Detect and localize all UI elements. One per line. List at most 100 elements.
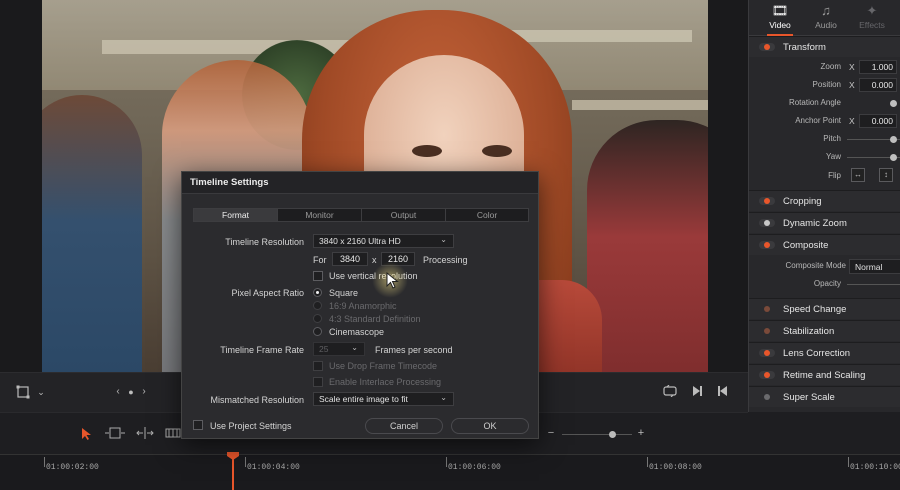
- drop-frame-label: Use Drop Frame Timecode: [329, 361, 438, 371]
- skip-end-icon[interactable]: [716, 385, 730, 400]
- speed-change-toggle[interactable]: [759, 305, 775, 313]
- transform-tool-icon[interactable]: [14, 385, 32, 402]
- timecode-label: 01:00:06:00: [448, 463, 501, 472]
- timeline-ruler[interactable]: 01:00:02:00 01:00:04:00 01:00:06:00 01:0…: [0, 454, 900, 490]
- tab-output[interactable]: Output: [362, 209, 446, 221]
- tab-monitor[interactable]: Monitor: [278, 209, 362, 221]
- tab-label: Effects: [859, 20, 885, 30]
- next-clip-icon[interactable]: ›: [138, 385, 150, 399]
- section-dynamic-zoom[interactable]: Dynamic Zoom: [749, 212, 900, 233]
- tab-video[interactable]: 🎞 Video: [757, 2, 803, 36]
- timecode-label: 01:00:04:00: [247, 463, 300, 472]
- drop-frame-checkbox[interactable]: [313, 361, 323, 371]
- previous-clip-icon[interactable]: ‹: [112, 385, 124, 399]
- section-title: Dynamic Zoom: [783, 218, 847, 229]
- opacity-slider[interactable]: [847, 284, 900, 285]
- tab-format[interactable]: Format: [194, 209, 278, 221]
- processing-label: Processing: [423, 255, 468, 265]
- par-anamorphic-radio[interactable]: [313, 301, 322, 310]
- clip-indicator-dot: ●: [128, 387, 134, 397]
- mismatch-value: Scale entire image to fit: [319, 394, 408, 404]
- zoom-out-icon[interactable]: −: [546, 426, 556, 440]
- pitch-slider-knob[interactable]: [890, 136, 897, 143]
- section-composite[interactable]: Composite: [749, 234, 900, 255]
- selection-pointer-icon[interactable]: [80, 427, 94, 444]
- tab-color[interactable]: Color: [446, 209, 528, 221]
- zoom-slider[interactable]: [562, 434, 632, 435]
- rotation-slider-knob[interactable]: [890, 100, 897, 107]
- position-label: Position: [812, 80, 841, 89]
- composite-toggle[interactable]: [759, 241, 775, 249]
- par-square-radio[interactable]: [313, 288, 322, 297]
- zoom-slider-knob[interactable]: [609, 431, 616, 438]
- chevron-down-icon: ⌄: [440, 235, 447, 244]
- section-stabilization[interactable]: Stabilization: [749, 320, 900, 341]
- loop-icon[interactable]: [662, 384, 678, 400]
- section-cropping[interactable]: Cropping: [749, 190, 900, 211]
- mouse-cursor-icon: [386, 271, 400, 290]
- resolution-label: Timeline Resolution: [225, 237, 304, 247]
- yaw-slider-knob[interactable]: [890, 154, 897, 161]
- dynamic-zoom-toggle[interactable]: [759, 219, 775, 227]
- flip-horizontal-icon[interactable]: ↔: [851, 168, 865, 182]
- transform-toggle[interactable]: [759, 43, 775, 51]
- woman-eye: [482, 145, 512, 157]
- anchor-x-field[interactable]: 0.000: [859, 114, 897, 128]
- section-transform[interactable]: Transform: [749, 36, 900, 57]
- zoom-label: Zoom: [820, 62, 841, 71]
- resolution-select[interactable]: 3840 x 2160 Ultra HD ⌄: [313, 234, 454, 248]
- frame-rate-select[interactable]: 25 ⌄: [313, 342, 365, 356]
- par-cinemascope-label: Cinemascope: [329, 327, 385, 337]
- background-shelf: [572, 100, 708, 110]
- mismatch-select[interactable]: Scale entire image to fit ⌄: [313, 392, 454, 406]
- composite-mode-select[interactable]: Normal: [849, 259, 900, 274]
- chevron-down-icon: ⌄: [351, 343, 358, 352]
- fps-label: Frames per second: [375, 345, 453, 355]
- dialog-tabs: Format Monitor Output Color: [193, 208, 529, 222]
- par-anamorphic-label: 16:9 Anamorphic: [329, 301, 397, 311]
- flip-row: Flip ↔ ↕: [749, 168, 900, 185]
- zoom-in-icon[interactable]: +: [636, 426, 646, 440]
- inspector-tabs: 🎞 Video ♫ Audio ✦ Effects: [749, 0, 900, 36]
- rotation-label: Rotation Angle: [788, 98, 841, 107]
- flip-vertical-icon[interactable]: ↕: [879, 168, 893, 182]
- composite-mode-row: Composite Mode Normal: [749, 258, 900, 275]
- super-scale-toggle[interactable]: [759, 393, 775, 401]
- section-speed-change[interactable]: Speed Change: [749, 298, 900, 319]
- cancel-button[interactable]: Cancel: [365, 418, 443, 434]
- cropping-toggle[interactable]: [759, 197, 775, 205]
- person-right: [587, 120, 708, 372]
- blade-tool-icon[interactable]: [164, 427, 182, 442]
- width-field[interactable]: 3840: [332, 252, 368, 266]
- position-row: Position X 0.000: [749, 77, 900, 94]
- dialog-title: Timeline Settings: [182, 172, 538, 194]
- par-sd-radio[interactable]: [313, 314, 322, 323]
- woman-eye: [412, 145, 442, 157]
- rotation-row: Rotation Angle: [749, 95, 900, 112]
- stabilization-toggle[interactable]: [759, 327, 775, 335]
- use-project-settings-checkbox[interactable]: [193, 420, 203, 430]
- par-sd-label: 4:3 Standard Definition: [329, 314, 421, 324]
- chevron-down-icon[interactable]: ⌄: [34, 385, 48, 399]
- dynamic-trim-icon[interactable]: [134, 427, 156, 442]
- trim-tool-icon[interactable]: [104, 427, 126, 442]
- section-lens-correction[interactable]: Lens Correction: [749, 342, 900, 363]
- ruler-tick: [848, 457, 849, 467]
- par-cinemascope-radio[interactable]: [313, 327, 322, 336]
- ok-button[interactable]: OK: [451, 418, 529, 434]
- section-title: Lens Correction: [783, 348, 851, 359]
- section-super-scale[interactable]: Super Scale: [749, 386, 900, 407]
- tab-audio[interactable]: ♫ Audio: [803, 2, 849, 34]
- section-retime[interactable]: Retime and Scaling: [749, 364, 900, 385]
- zoom-x-field[interactable]: 1.000: [859, 60, 897, 74]
- vertical-resolution-checkbox[interactable]: [313, 271, 323, 281]
- tab-effects[interactable]: ✦ Effects: [849, 2, 895, 34]
- position-x-field[interactable]: 0.000: [859, 78, 897, 92]
- play-next-icon[interactable]: [690, 385, 704, 400]
- flip-label: Flip: [828, 171, 841, 180]
- section-title: Composite: [783, 240, 829, 251]
- axis-label: X: [849, 80, 855, 90]
- interlace-checkbox[interactable]: [313, 377, 323, 387]
- lens-correction-toggle[interactable]: [759, 349, 775, 357]
- retime-toggle[interactable]: [759, 371, 775, 379]
